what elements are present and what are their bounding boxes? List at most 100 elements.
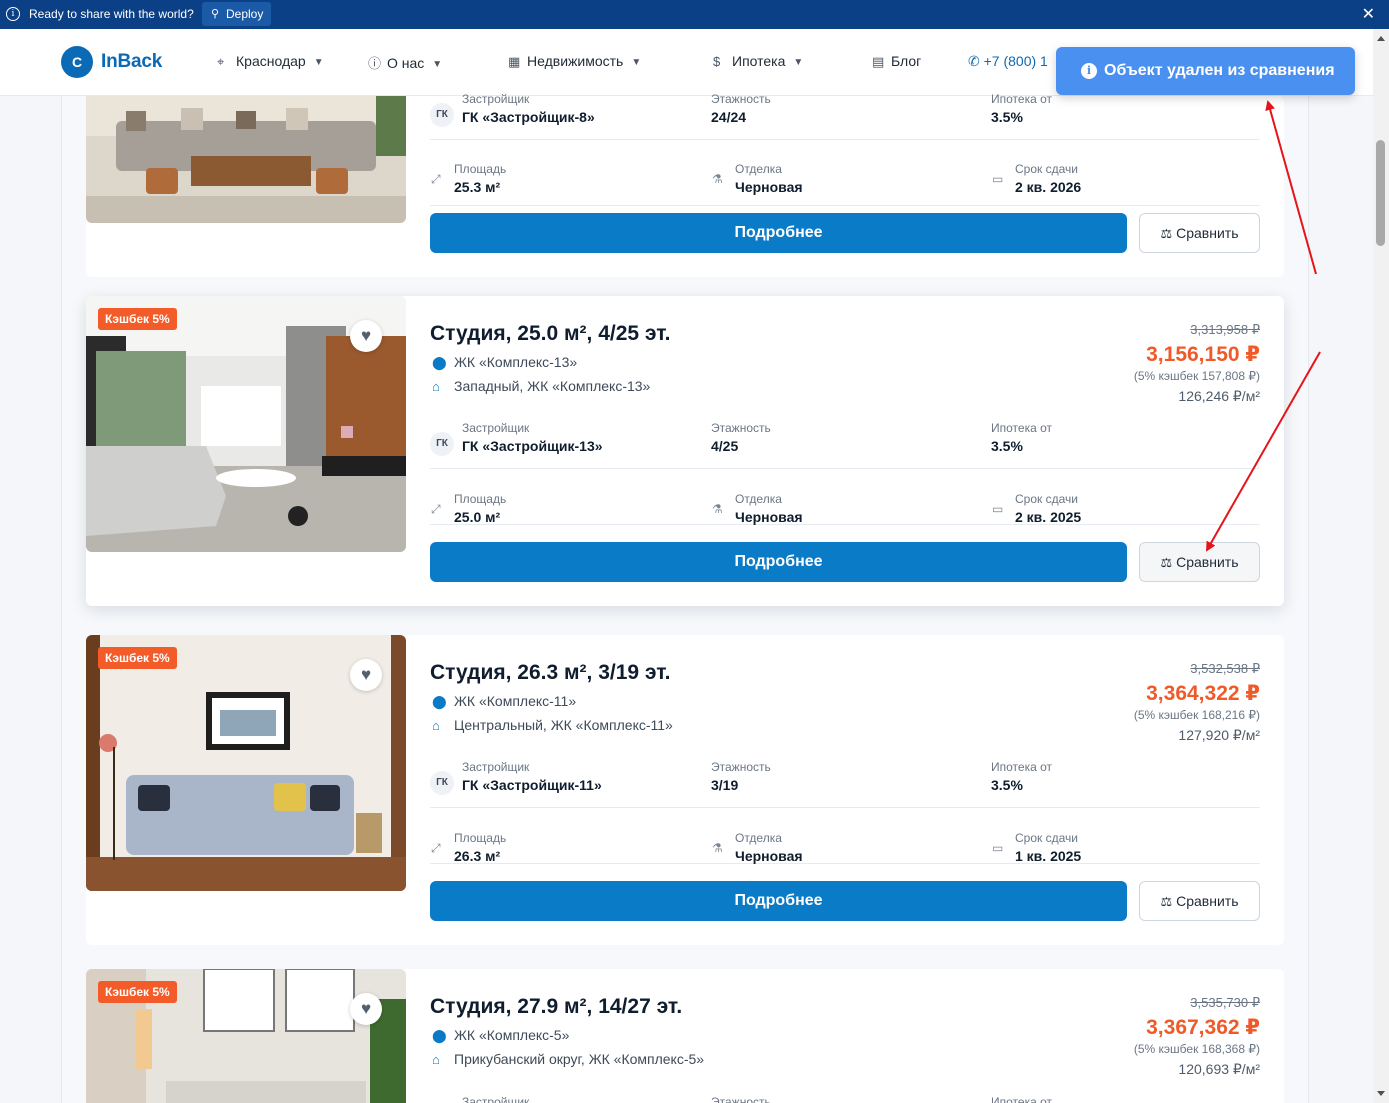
listing-title[interactable]: Студия, 25.0 м², 4/25 эт. (430, 322, 671, 346)
finish-label: Отделка (735, 492, 782, 506)
area-value: 25.0 м² (454, 509, 501, 525)
listing-card: Кэшбек 5% ♥ Студия, 26.3 м², 3/19 эт. ⬤ Ж… (86, 635, 1284, 945)
deploy-button[interactable]: ⚲ Deploy (202, 2, 272, 26)
mortgage-label: Ипотека от (991, 760, 1052, 774)
map-pin-icon: ⬤ (432, 1028, 447, 1043)
scrollbar[interactable] (1373, 29, 1389, 1103)
listing-district: ⌂ Прикубанский округ, ЖК «Комплекс-5» (432, 1051, 704, 1067)
heart-icon[interactable]: ♥ (350, 320, 382, 352)
expand-icon: ⤢ (431, 841, 441, 855)
home-icon: ⌂ (432, 1052, 440, 1067)
listing-card: ГК Застройщик ГК «Застройщик-8» Этажность 2… (86, 92, 1284, 277)
area-value: 25.3 м² (454, 179, 501, 195)
listing-complex[interactable]: ⬤ ЖК «Комплекс-11» (432, 693, 576, 710)
listing-card: Кэшбек 5% ♥ Студия, 25.0 м², 4/25 эт. ⬤ Ж… (86, 296, 1284, 606)
scale-icon: ⚖ (1160, 894, 1173, 909)
phone-icon: ✆ (968, 53, 980, 69)
deadline-value: 1 кв. 2025 (1015, 848, 1082, 864)
deploy-message: Ready to share with the world? (29, 7, 194, 21)
logo-text[interactable]: InBack (101, 51, 162, 73)
nav-about[interactable]: ⓘ О нас ▼ (368, 53, 442, 72)
deadline-value: 2 кв. 2025 (1015, 509, 1082, 525)
finish-label: Отделка (735, 831, 782, 845)
finish-cell: ⚗ Отделка Черновая (711, 162, 981, 206)
listing-photo[interactable] (86, 96, 406, 223)
listing-title[interactable]: Студия, 27.9 м², 14/27 эт. (430, 995, 682, 1019)
finish-cell: ⚗ Отделка Черновая (711, 492, 981, 536)
area-cell: ⤢ Площадь 25.3 м² (430, 162, 700, 206)
deploy-bar: i Ready to share with the world? ⚲ Deploy… (0, 0, 1389, 29)
area-cell: ⤢ Площадь 25.0 м² (430, 492, 700, 536)
listing-district: ⌂ Центральный, ЖК «Комплекс-11» (432, 717, 673, 733)
cashback-badge: Кэшбек 5% (98, 647, 177, 669)
mortgage-value: 3.5% (991, 777, 1023, 793)
price-old: 3,313,958 ₽ (1190, 322, 1260, 337)
logo-mark[interactable]: C (61, 46, 93, 78)
price-old: 3,535,730 ₽ (1190, 995, 1260, 1010)
compare-button[interactable]: ⚖ Сравнить (1139, 542, 1260, 582)
blog-icon: ▤ (872, 54, 885, 69)
flask-icon: ⚗ (712, 172, 723, 186)
floors-value: 24/24 (711, 109, 747, 125)
spec-row: Застройщик Этажность Ипотека от (430, 1095, 1260, 1103)
compare-button[interactable]: ⚖ Сравнить (1139, 213, 1260, 253)
compare-button[interactable]: ⚖ Сравнить (1139, 881, 1260, 921)
floors-value: 4/25 (711, 438, 739, 454)
floors-value: 3/19 (711, 777, 739, 793)
calendar-icon: ▭ (992, 502, 1004, 516)
flask-icon: ⚗ (712, 502, 723, 516)
developer-label: Застройщик (462, 92, 530, 106)
cashback-note: (5% кэшбек 168,216 ₽) (1133, 708, 1260, 722)
map-pin-icon: ⌖ (217, 54, 225, 69)
compare-label: Сравнить (1176, 225, 1239, 241)
scroll-down-icon[interactable] (1377, 1091, 1385, 1096)
phone-number: +7 (800) 1 (983, 53, 1048, 69)
details-button[interactable]: Подробнее (430, 213, 1127, 253)
close-icon[interactable]: ✕ (1362, 4, 1375, 24)
scrollbar-thumb[interactable] (1376, 140, 1385, 246)
nav-blog[interactable]: ▤ Блог (872, 53, 921, 70)
scale-icon: ⚖ (1160, 226, 1173, 241)
deadline-label: Срок сдачи (1015, 831, 1078, 845)
rocket-icon: ⚲ (211, 8, 220, 20)
developer-value: ГК «Застройщик-11» (462, 777, 602, 793)
compare-label: Сравнить (1176, 893, 1239, 909)
details-button[interactable]: Подробнее (430, 542, 1127, 582)
phone-link[interactable]: ✆ +7 (800) 1 (968, 53, 1048, 70)
listing-complex[interactable]: ⬤ ЖК «Комплекс-13» (432, 354, 577, 371)
listing-photo[interactable]: Кэшбек 5% ♥ (86, 296, 406, 552)
complex-name: ЖК «Комплекс-13» (454, 354, 578, 370)
details-button[interactable]: Подробнее (430, 881, 1127, 921)
listing-photo[interactable]: Кэшбек 5% ♥ (86, 635, 406, 891)
complex-name: ЖК «Комплекс-5» (454, 1027, 570, 1043)
listing-title[interactable]: Студия, 26.3 м², 3/19 эт. (430, 661, 671, 685)
listing-photo[interactable]: Кэшбек 5% ♥ (86, 969, 406, 1103)
cashback-badge: Кэшбек 5% (98, 981, 177, 1003)
listing-complex[interactable]: ⬤ ЖК «Комплекс-5» (432, 1027, 569, 1044)
nav-mortgage-label: Ипотека (732, 53, 786, 69)
heart-icon[interactable]: ♥ (350, 659, 382, 691)
mortgage-label: Ипотека от (991, 92, 1052, 106)
nav-city[interactable]: ⌖ Краснодар ▼ (217, 53, 324, 70)
floors-cell: Этажность 4/25 (711, 421, 981, 469)
nav-about-label: О нас (387, 55, 425, 71)
area-label: Площадь (454, 162, 507, 176)
finish-value: Черновая (735, 179, 803, 195)
price-per-m2: 126,246 ₽/м² (1178, 388, 1260, 404)
nav-realty[interactable]: ▦ Недвижимость ▼ (508, 53, 641, 70)
floors-cell: Этажность 24/24 (711, 92, 981, 140)
mortgage-cell: Ипотека от (991, 1095, 1191, 1103)
floors-label: Этажность (711, 1095, 771, 1103)
info-icon: ⓘ (368, 56, 382, 71)
heart-icon[interactable]: ♥ (350, 993, 382, 1025)
spec-row: ⤢ Площадь 26.3 м² ⚗ Отделка Черновая ▭ Срок с… (430, 831, 1260, 864)
scroll-up-icon[interactable] (1377, 36, 1385, 41)
developer-label: Застройщик (462, 760, 530, 774)
developer-label: Застройщик (462, 421, 530, 435)
expand-icon: ⤢ (431, 172, 441, 186)
floors-cell: Этажность (711, 1095, 911, 1103)
nav-blog-label: Блог (891, 53, 922, 69)
mortgage-cell: Ипотека от 3.5% (991, 760, 1251, 808)
nav-mortgage[interactable]: $ Ипотека ▼ (713, 53, 803, 69)
developer-cell: ГК Застройщик ГК «Застройщик-13» (430, 421, 700, 469)
